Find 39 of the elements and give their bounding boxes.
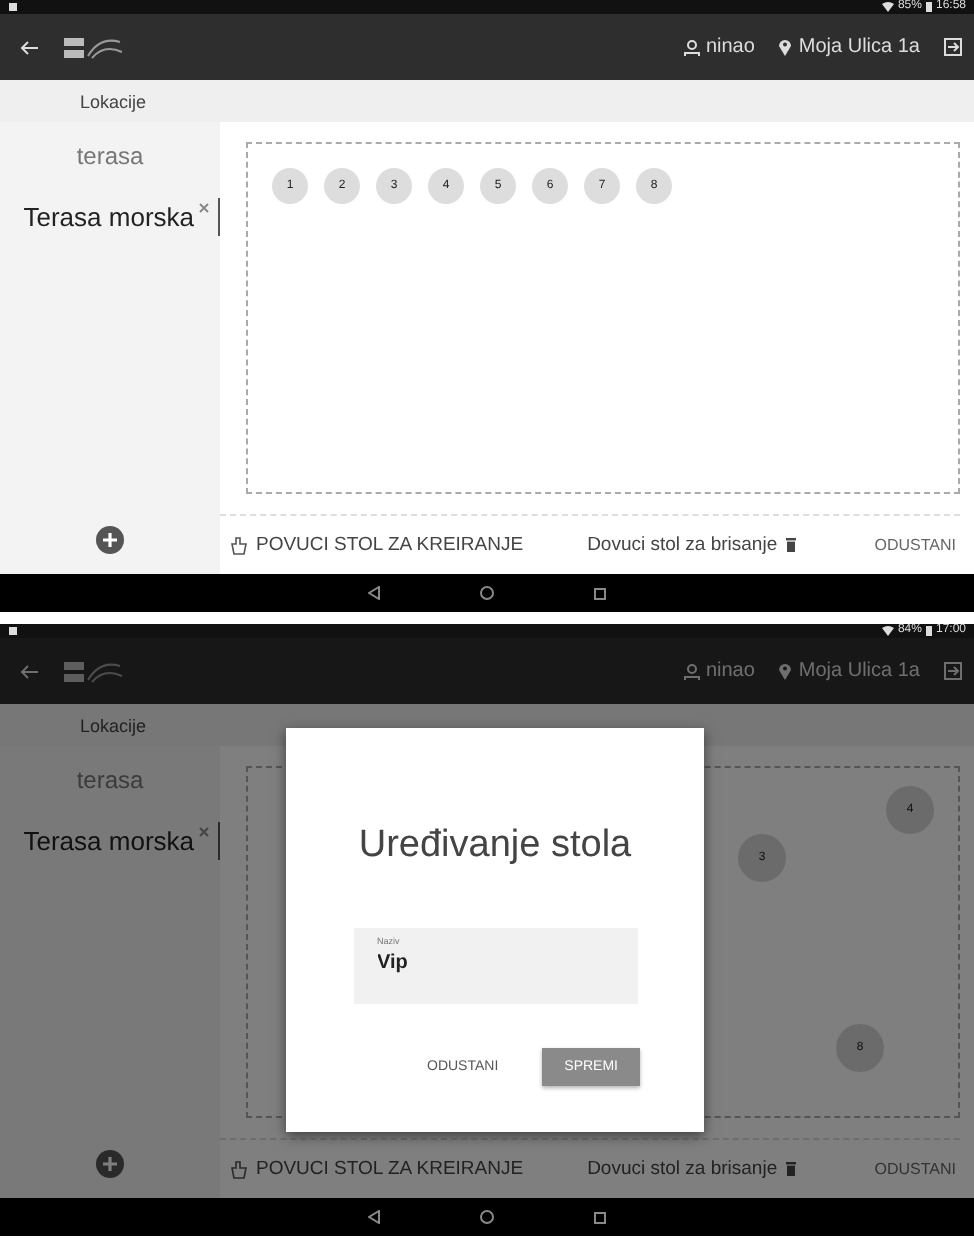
person-icon	[683, 663, 700, 679]
user-name: ninao	[705, 36, 755, 58]
notification-icon	[8, 626, 18, 636]
create-table-hint: POVUCI STOL ZA KREIRANJE	[256, 1158, 524, 1180]
add-icon[interactable]	[96, 526, 124, 554]
location-pin-icon	[778, 662, 793, 680]
back-arrow-icon[interactable]	[20, 39, 40, 55]
add-icon[interactable]	[96, 1150, 124, 1178]
notification-icon	[8, 2, 18, 12]
delete-table-hint: Dovuci stol za brisanje	[587, 534, 778, 556]
delete-table-hint: Dovuci stol za brisanje	[587, 1158, 778, 1180]
dialog-title: Uređivanje stola	[358, 824, 632, 868]
logo-icon	[64, 659, 124, 683]
nav-recents-icon[interactable]	[594, 587, 606, 599]
nav-back-icon[interactable]	[368, 1210, 380, 1224]
cancel-button[interactable]: ODUSTANI	[870, 536, 960, 554]
close-icon[interactable]	[198, 202, 210, 214]
nav-home-icon[interactable]	[480, 1210, 494, 1224]
nav-recents-icon[interactable]	[594, 1211, 606, 1223]
nav-home-icon[interactable]	[480, 586, 494, 600]
person-icon	[683, 39, 700, 55]
wifi-icon	[881, 626, 894, 636]
address-text: Moja Ulica 1a	[798, 660, 920, 682]
address-text: Moja Ulica 1a	[798, 36, 920, 58]
name-input-field[interactable]: Vip	[377, 952, 613, 974]
create-table-hint: POVUCI STOL ZA KREIRANJE	[256, 534, 524, 556]
trash-icon	[785, 538, 796, 552]
nav-back-icon[interactable]	[368, 586, 380, 600]
user-name: ninao	[705, 660, 755, 682]
logo-icon	[64, 35, 124, 59]
battery-icon	[925, 626, 932, 636]
section-title: Lokacije	[80, 715, 147, 735]
location-pin-icon	[778, 38, 793, 56]
wifi-icon	[881, 2, 894, 12]
section-title: Lokacije	[80, 91, 147, 111]
battery-icon	[925, 2, 932, 12]
logout-icon[interactable]	[944, 38, 962, 56]
trash-icon	[785, 1162, 796, 1176]
location-tab[interactable]: terasa	[0, 138, 220, 174]
